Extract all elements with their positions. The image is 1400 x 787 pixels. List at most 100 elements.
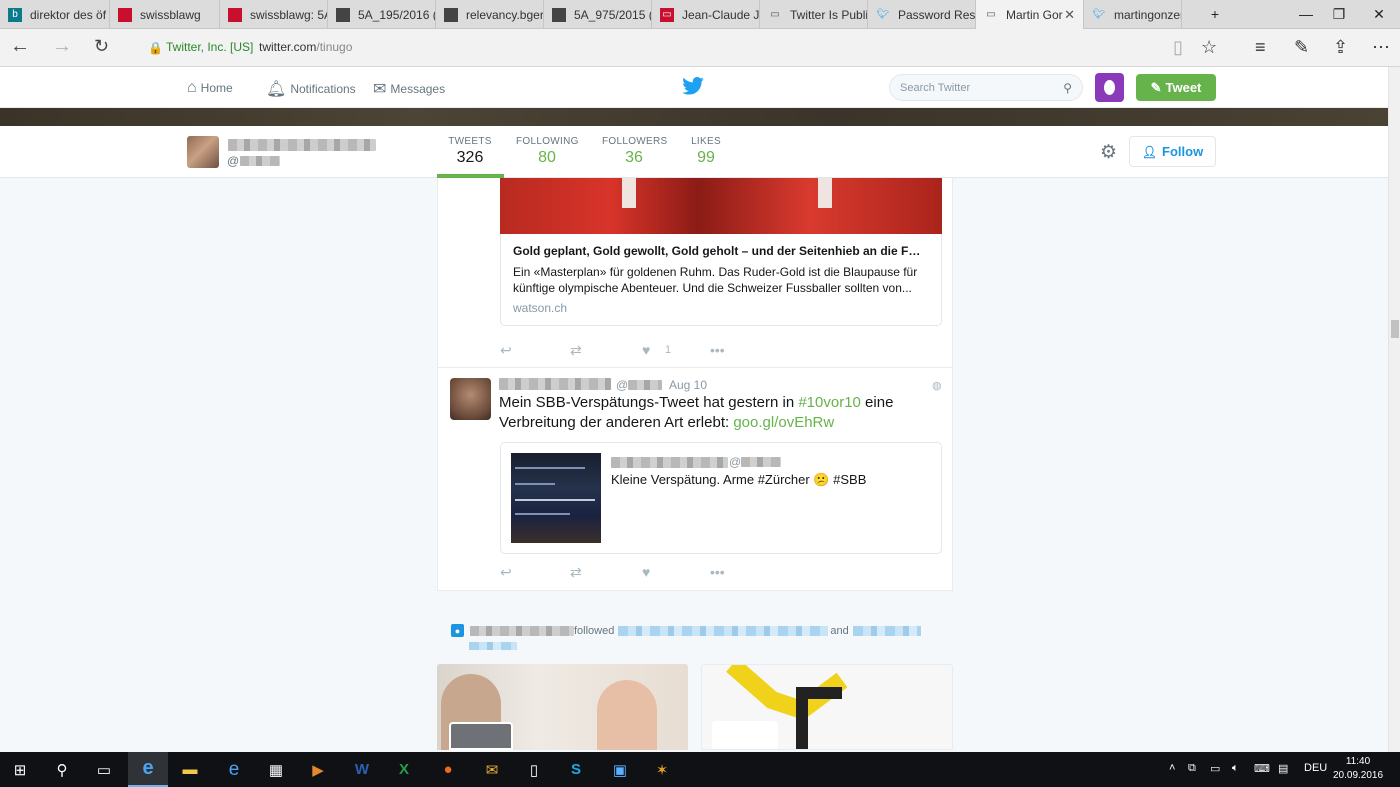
app-icon[interactable]: ▣: [600, 752, 640, 787]
more-icon[interactable]: ⋯: [1372, 37, 1390, 58]
stat-likes[interactable]: LIKES 99: [690, 136, 722, 167]
excel-icon[interactable]: X: [384, 752, 424, 787]
task-view-icon[interactable]: ▭: [84, 752, 124, 787]
envelope-icon: ✉: [373, 81, 387, 98]
browser-tab[interactable]: 🐦︎ martingonzenl: [1084, 0, 1182, 29]
notification-center-icon[interactable]: ▤: [1278, 762, 1288, 775]
search-icon[interactable]: ⚲: [42, 752, 82, 787]
quoted-tweet[interactable]: @ Kleine Verspätung. Arme #Zürcher 😕 #SB…: [500, 442, 942, 554]
twitter-bird-icon[interactable]: [682, 77, 704, 95]
browser-tab[interactable]: b direktor des öf: [0, 0, 110, 29]
quoted-tweet-image[interactable]: [511, 453, 601, 543]
more-icon[interactable]: •••: [710, 564, 725, 580]
refresh-icon[interactable]: ↻: [94, 36, 109, 57]
share-icon[interactable]: ⇪: [1333, 37, 1348, 58]
heart-icon[interactable]: ♥: [642, 342, 650, 358]
account-avatar[interactable]: [1095, 73, 1124, 102]
more-icon[interactable]: •••: [710, 342, 725, 358]
tray-arrow-icon[interactable]: ˄: [1169, 762, 1175, 774]
gear-icon[interactable]: ⚙: [1100, 141, 1117, 164]
browser-tab[interactable]: 5A_975/2015 (: [544, 0, 652, 29]
system-clock[interactable]: 11:40 20.09.2016: [1333, 755, 1383, 783]
suggested-profile-card[interactable]: [701, 664, 953, 750]
handle-redacted: [628, 380, 663, 390]
profile-avatar[interactable]: [187, 136, 219, 168]
internet-explorer-icon[interactable]: e: [214, 752, 254, 787]
web-note-icon[interactable]: ✎: [1294, 37, 1309, 58]
stat-following[interactable]: FOLLOWING 80: [516, 136, 578, 167]
tweet-date[interactable]: Aug 10: [669, 378, 707, 392]
quoted-author-name-redacted: [611, 457, 728, 468]
hashtag-link[interactable]: #10vor10: [798, 394, 861, 411]
vlc-icon[interactable]: ✶: [642, 752, 682, 787]
retweet-icon[interactable]: ⇄: [570, 342, 582, 359]
nav-messages[interactable]: ✉ Messages: [373, 79, 445, 99]
card-title: Gold geplant, Gold gewollt, Gold geholt …: [513, 244, 921, 258]
link-card[interactable]: Gold geplant, Gold gewollt, Gold geholt …: [500, 234, 942, 326]
followed-account-redacted[interactable]: [469, 642, 517, 650]
input-language[interactable]: DEU: [1304, 762, 1327, 774]
reply-icon[interactable]: ↩: [500, 342, 512, 359]
browser-tab[interactable]: ▭ Martin Gor ✕: [976, 0, 1084, 29]
keyboard-icon[interactable]: ⌨: [1254, 762, 1270, 775]
word-icon[interactable]: W: [342, 752, 382, 787]
followed-account-redacted[interactable]: [852, 625, 921, 636]
media-icon[interactable]: ▶: [298, 752, 338, 787]
suggested-profile-card[interactable]: [437, 664, 688, 750]
browser-tab[interactable]: swissblawg: [110, 0, 220, 29]
forward-icon[interactable]: →: [52, 35, 72, 58]
browser-tab[interactable]: swissblawg: 5A: [220, 0, 328, 29]
stat-likes-value: 99: [697, 149, 715, 166]
nav-home[interactable]: ⌂ Home: [187, 79, 233, 97]
url-field[interactable]: twitter.com/tinugo: [259, 40, 352, 54]
tray-icon[interactable]: ⧉: [1188, 762, 1196, 775]
skype-icon[interactable]: S: [556, 752, 596, 787]
browser-tab-label: Twitter Is Publi: [790, 7, 868, 22]
browser-tab[interactable]: 5A_195/2016 (: [328, 0, 436, 29]
firefox-icon[interactable]: ●: [428, 752, 468, 787]
edge-icon[interactable]: e: [128, 752, 168, 787]
close-tab-icon[interactable]: ✕: [1064, 7, 1075, 23]
page-favicon-icon: ▭: [770, 9, 780, 20]
tweet-button[interactable]: ✎ Tweet: [1136, 74, 1216, 101]
document-icon[interactable]: ▯: [514, 752, 554, 787]
retweet-icon[interactable]: ⇄: [570, 564, 582, 581]
image-detail: [515, 499, 595, 501]
stat-followers[interactable]: FOLLOWERS 36: [602, 136, 667, 167]
scrollbar-thumb[interactable]: [1391, 320, 1399, 338]
favorite-star-icon[interactable]: ☆: [1201, 37, 1217, 58]
short-link[interactable]: goo.gl/ovEhRw: [733, 414, 834, 431]
file-explorer-icon[interactable]: ▬: [170, 752, 210, 787]
stat-tweets[interactable]: TWEETS 326: [448, 136, 492, 167]
followed-accounts-redacted[interactable]: [618, 625, 829, 636]
reading-view-icon[interactable]: ▯: [1173, 37, 1183, 58]
home-icon: ⌂: [187, 79, 197, 96]
card-image[interactable]: [500, 178, 942, 234]
profile-name-redacted: [228, 139, 376, 151]
volume-icon[interactable]: 🔈︎: [1232, 762, 1239, 775]
close-window-icon[interactable]: ✕: [1356, 0, 1400, 29]
browser-tab[interactable]: 🐦︎ Password Rese: [868, 0, 976, 29]
handle-redacted: [240, 156, 281, 166]
hub-icon[interactable]: ≡: [1255, 37, 1266, 58]
search-icon[interactable]: ⚲: [1063, 81, 1072, 95]
browser-tab[interactable]: relevancy.bger: [436, 0, 544, 29]
heart-icon[interactable]: ♥: [642, 564, 650, 580]
site-identity[interactable]: Twitter, Inc. [US]: [166, 40, 253, 54]
twitter-favicon-icon: 🐦︎: [876, 9, 890, 20]
back-icon[interactable]: ←: [10, 35, 30, 58]
store-icon[interactable]: ▦: [256, 752, 296, 787]
start-icon[interactable]: ⊞: [0, 752, 40, 787]
outlook-icon[interactable]: ✉: [472, 752, 512, 787]
browser-tab[interactable]: ▭ Jean-Claude Ju: [652, 0, 760, 29]
scrollbar[interactable]: [1388, 67, 1400, 752]
reply-icon[interactable]: ↩: [500, 564, 512, 581]
new-tab-button[interactable]: +: [1192, 0, 1238, 29]
browser-tab[interactable]: ▭ Twitter Is Publi: [760, 0, 868, 29]
follow-button[interactable]: 👤︎ Follow: [1129, 136, 1216, 167]
tweet-author-avatar[interactable]: [450, 378, 491, 420]
nav-notifications[interactable]: 🔔︎ Notifications: [266, 79, 356, 99]
suggested-avatar[interactable]: [449, 722, 513, 750]
network-icon[interactable]: ▭: [1210, 762, 1220, 775]
search-input[interactable]: Search Twitter ⚲: [889, 74, 1083, 101]
